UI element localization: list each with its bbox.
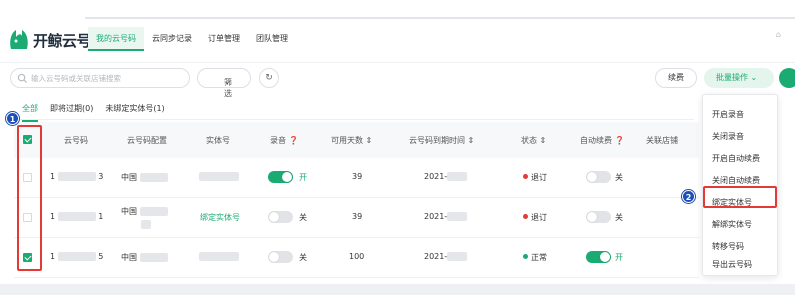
- search-icon: [17, 73, 28, 84]
- help-icon[interactable]: ❓: [615, 136, 625, 145]
- recording-state: 开: [299, 173, 307, 182]
- cloud-number: 1 3: [50, 172, 104, 181]
- header-linked-store: 关联店铺: [646, 136, 678, 145]
- status-badge: 退订: [523, 172, 547, 183]
- chevron-down-icon: ⌄: [750, 73, 758, 82]
- batch-operation-button[interactable]: 批量操作 ⌄: [704, 68, 774, 88]
- whale-logo-icon: [10, 30, 28, 49]
- number-config: 中国: [121, 252, 168, 263]
- refresh-button[interactable]: ↻: [259, 68, 279, 88]
- filter-dropdown[interactable]: 筛选 ⌄: [197, 68, 251, 98]
- available-days: 39: [352, 172, 363, 181]
- batch-operation-menu: 开启录音 关闭录音 开启自动续费 关闭自动续费 绑定实体号 解绑实体号 转移号码…: [702, 94, 778, 276]
- bind-entity-link[interactable]: 绑定实体号: [200, 212, 240, 223]
- bind-entity-highlight-box: [703, 186, 777, 208]
- auto-renew-toggle[interactable]: [586, 171, 611, 183]
- menu-item-enable-auto-renew[interactable]: 开启自动续费: [712, 153, 760, 164]
- header-entity-number: 实体号: [206, 136, 230, 145]
- recording-toggle[interactable]: [268, 251, 293, 263]
- menu-item-export-numbers[interactable]: 导出云号码: [712, 259, 752, 270]
- number-config: 中国: [121, 172, 168, 183]
- bottom-scroll-area: [0, 284, 795, 295]
- top-divider: [85, 17, 795, 19]
- chevron-down-icon: ⌄: [224, 77, 231, 86]
- main-nav: 我的云号码 云同步记录 订单管理 团队管理: [88, 27, 296, 51]
- expiry-time: 2021-: [424, 252, 468, 261]
- expiry-time: 2021-: [424, 172, 468, 181]
- sort-icon[interactable]: ⇕: [540, 136, 547, 145]
- table-row: 1 1 中国 绑定实体号 关 39 2021- 退订 关: [14, 198, 699, 238]
- number-config: 中国: [121, 206, 168, 217]
- header-available-days: 可用天数 ⇕: [331, 136, 373, 145]
- status-badge: 退订: [523, 212, 547, 223]
- refresh-icon: ↻: [265, 73, 273, 83]
- status-dot: [523, 174, 528, 179]
- tabs-divider: [14, 119, 694, 120]
- number-config-extra: [141, 220, 151, 229]
- nav-team-management[interactable]: 团队管理: [248, 27, 296, 51]
- nav-sync-records[interactable]: 云同步记录: [144, 27, 200, 51]
- search-placeholder: 输入云号码或关联店铺搜索: [31, 74, 121, 83]
- recording-toggle[interactable]: [268, 171, 293, 183]
- renew-button[interactable]: 续费: [655, 68, 697, 88]
- content-divider: [0, 62, 795, 63]
- expiry-time: 2021-: [424, 212, 468, 221]
- menu-item-enable-recording[interactable]: 开启录音: [712, 109, 744, 120]
- table-row: 1 5 中国 关 100 2021- 正常 开: [14, 238, 699, 278]
- brand-name: 开鲸云号: [33, 32, 92, 50]
- header-recording: 录音 ❓: [270, 136, 299, 145]
- available-days: 100: [349, 252, 365, 261]
- entity-number: [199, 252, 239, 261]
- auto-renew-state: 开: [615, 253, 623, 262]
- cloud-number: 1 5: [50, 252, 104, 261]
- step-badge-1: 1: [6, 112, 19, 125]
- cloud-number: 1 1: [50, 212, 104, 221]
- status-badge: 正常: [523, 252, 547, 263]
- sort-icon[interactable]: ⇕: [366, 136, 373, 145]
- menu-item-transfer-number[interactable]: 转移号码: [712, 241, 744, 252]
- header-status: 状态 ⇕: [521, 136, 547, 145]
- edge-action-button[interactable]: [779, 68, 795, 88]
- auto-renew-state: 关: [615, 213, 623, 222]
- menu-item-unbind-entity[interactable]: 解绑实体号: [712, 219, 752, 230]
- auto-renew-toggle[interactable]: [586, 251, 611, 263]
- auto-renew-toggle[interactable]: [586, 211, 611, 223]
- nav-order-management[interactable]: 订单管理: [200, 27, 248, 51]
- table-header: 云号码 云号码配置 实体号 录音 ❓ 可用天数 ⇕ 云号码到期时间 ⇕ 状态 ⇕…: [14, 122, 699, 158]
- recording-state: 关: [299, 213, 307, 222]
- search-input[interactable]: 输入云号码或关联店铺搜索: [10, 68, 190, 88]
- entity-number: [199, 172, 239, 181]
- header-expiry-time: 云号码到期时间 ⇕: [409, 136, 475, 145]
- menu-item-disable-auto-renew[interactable]: 关闭自动续费: [712, 175, 760, 186]
- header-config: 云号码配置: [127, 136, 167, 145]
- header-auto-renew: 自动续费 ❓: [580, 136, 625, 145]
- batch-operation-label: 批量操作: [716, 73, 748, 82]
- sort-icon[interactable]: ⇕: [468, 136, 475, 145]
- checkbox-highlight-box: [17, 125, 42, 271]
- table-row: 1 3 中国 开 39 2021- 退订 关: [14, 158, 699, 198]
- available-days: 39: [352, 212, 363, 221]
- top-bar: 开鲸云号 我的云号码 云同步记录 订单管理 团队管理 ⌂: [0, 0, 795, 62]
- home-icon[interactable]: ⌂: [776, 30, 781, 39]
- recording-toggle[interactable]: [268, 211, 293, 223]
- step-badge-2: 2: [682, 190, 695, 203]
- auto-renew-state: 关: [615, 173, 623, 182]
- status-dot: [523, 254, 528, 259]
- help-icon[interactable]: ❓: [289, 136, 299, 145]
- recording-state: 关: [299, 253, 307, 262]
- nav-my-cloud-numbers[interactable]: 我的云号码: [88, 27, 144, 51]
- brand-logo[interactable]: 开鲸云号: [8, 27, 92, 53]
- menu-item-disable-recording[interactable]: 关闭录音: [712, 131, 744, 142]
- header-cloud-number: 云号码: [64, 136, 88, 145]
- status-dot: [523, 214, 528, 219]
